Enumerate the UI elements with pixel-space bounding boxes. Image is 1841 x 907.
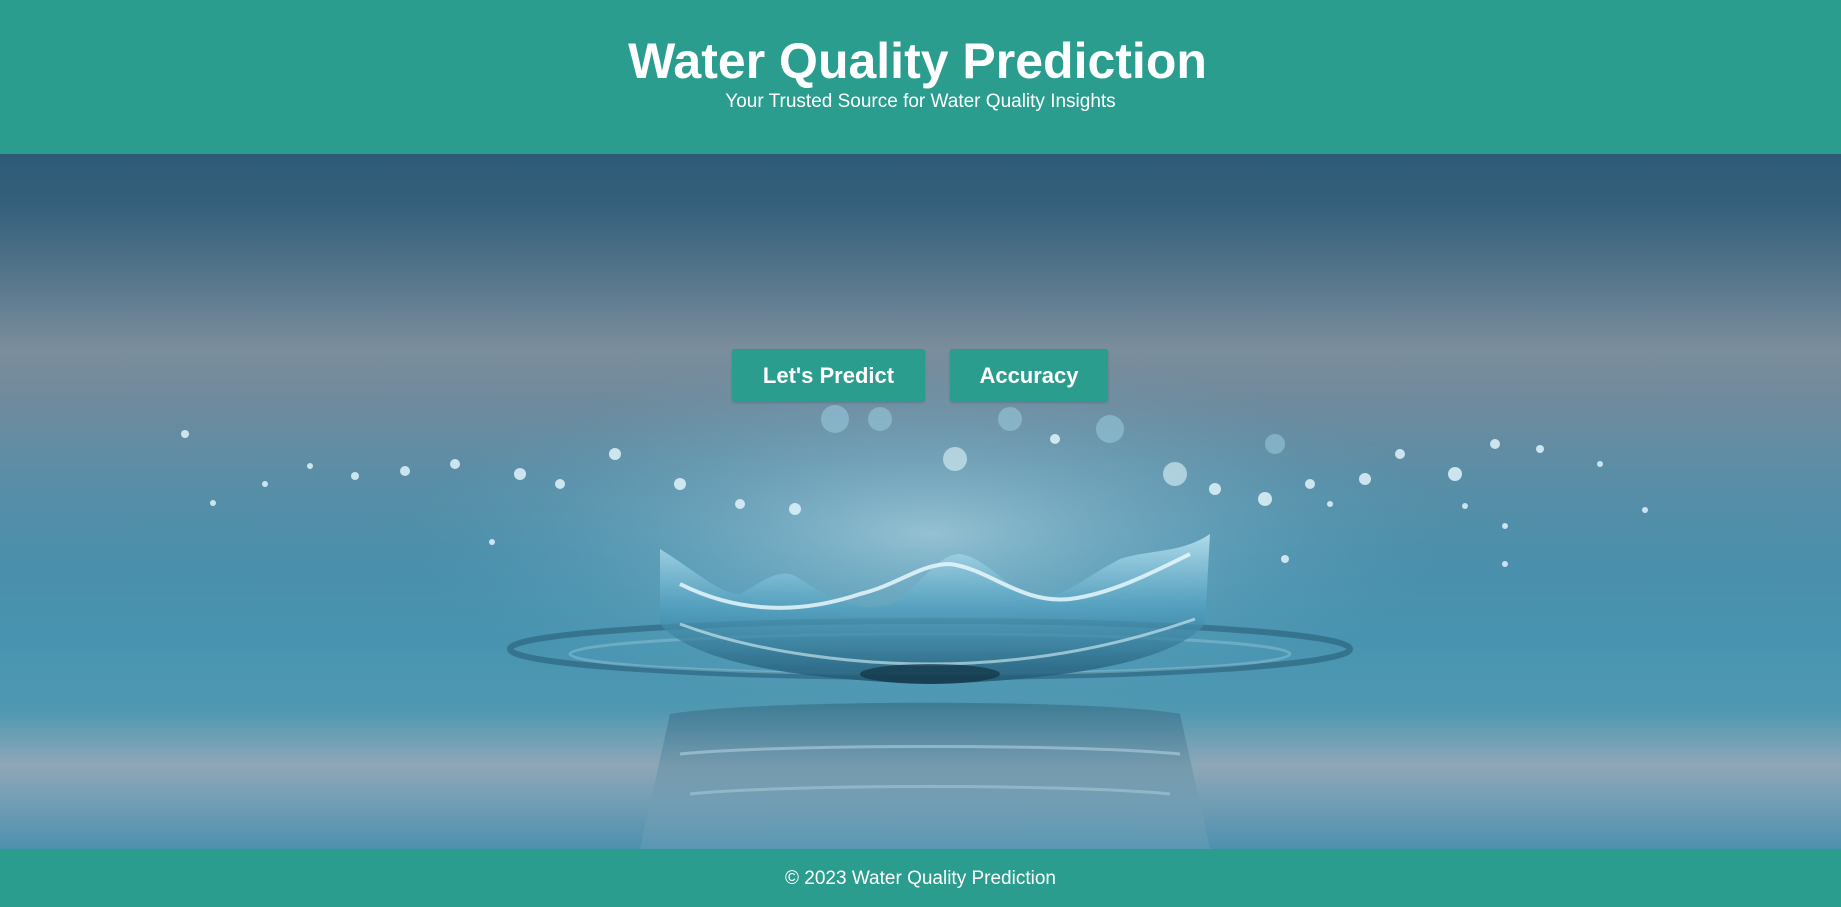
action-buttons: Let's Predict Accuracy: [732, 349, 1108, 402]
water-splash-image: [181, 354, 1648, 849]
page: Water Quality Prediction Your Trusted So…: [0, 0, 1841, 907]
page-subtitle: Your Trusted Source for Water Quality In…: [725, 91, 1116, 112]
accuracy-button[interactable]: Accuracy: [950, 349, 1108, 402]
page-title: Water Quality Prediction: [628, 33, 1207, 89]
site-footer: © 2023 Water Quality Prediction: [0, 849, 1841, 907]
hero-background: Let's Predict Accuracy: [0, 154, 1841, 849]
footer-copyright: © 2023 Water Quality Prediction: [785, 868, 1056, 889]
site-header: Water Quality Prediction Your Trusted So…: [0, 0, 1841, 154]
lets-predict-button[interactable]: Let's Predict: [732, 349, 925, 402]
